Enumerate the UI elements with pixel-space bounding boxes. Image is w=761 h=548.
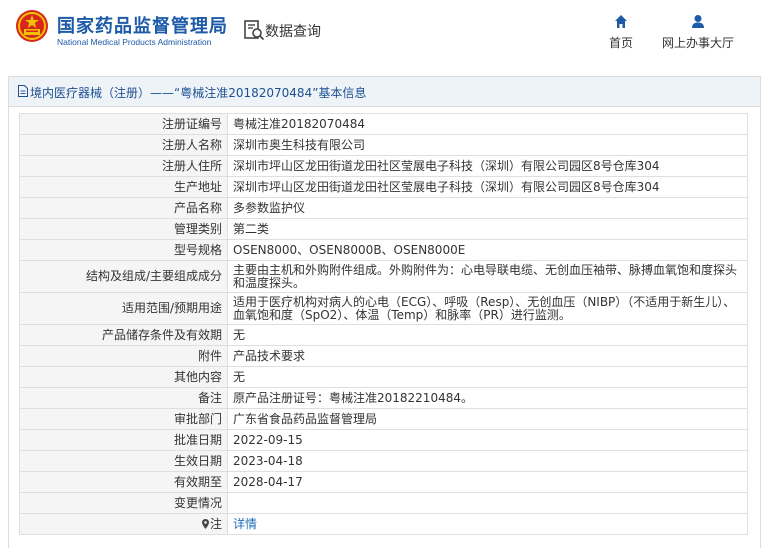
nav-home[interactable]: 首页 — [603, 14, 639, 54]
field-label: 产品储存条件及有效期 — [19, 324, 228, 346]
panel-header: 境内医疗器械（注册）——“粤械注准20182070484”基本信息 — [9, 77, 760, 107]
field-value — [227, 492, 748, 514]
note-label-cell: 注 — [19, 513, 228, 535]
person-icon — [692, 15, 704, 28]
field-value: 多参数监护仪 — [227, 197, 748, 219]
table-row: 适用范围/预期用途 适用于医疗机构对病人的心电（ECG）、呼吸（Resp）、无创血… — [19, 292, 748, 325]
field-value: 广东省食品药品监督管理局 — [227, 408, 748, 430]
field-label: 生产地址 — [19, 176, 228, 198]
table-row: 注册人名称 深圳市奥生科技有限公司 — [19, 134, 748, 156]
table-row: 有效期至 2028-04-17 — [19, 471, 748, 493]
field-value: 适用于医疗机构对病人的心电（ECG）、呼吸（Resp）、无创血压（NIBP）（不… — [227, 292, 748, 325]
field-value: 产品技术要求 — [227, 345, 748, 367]
field-label: 变更情况 — [19, 492, 228, 514]
field-label: 型号规格 — [19, 239, 228, 261]
field-value: 无 — [227, 366, 748, 388]
table-row: 管理类别 第二类 — [19, 218, 748, 240]
field-label: 其他内容 — [19, 366, 228, 388]
field-value: 2023-04-18 — [227, 450, 748, 472]
field-value: 深圳市坪山区龙田街道龙田社区莹展电子科技（深圳）有限公司园区8号仓库304 — [227, 155, 748, 177]
panel-title: 境内医疗器械（注册）——“粤械注准20182070484”基本信息 — [30, 86, 367, 100]
home-icon — [615, 15, 627, 28]
field-value: 主要由主机和外购附件组成。外购附件为：心电导联电缆、无创血压袖带、脉搏血氧饱和度… — [227, 260, 748, 293]
org-name-cn: 国家药品监督管理局 — [57, 16, 228, 37]
field-label: 注册证编号 — [19, 113, 228, 135]
table-row: 审批部门 广东省食品药品监督管理局 — [19, 408, 748, 430]
table-row: 注册证编号 粤械注准20182070484 — [19, 113, 748, 135]
table-row: 批准日期 2022-09-15 — [19, 429, 748, 451]
field-label: 结构及组成/主要组成成分 — [19, 260, 228, 293]
nav-online-service-hall[interactable]: 网上办事大厅 — [658, 14, 738, 54]
table-row: 备注 原产品注册证号：粤械注准20182210484。 — [19, 387, 748, 409]
field-value: 原产品注册证号：粤械注准20182210484。 — [227, 387, 748, 409]
org-name-en: National Medical Products Administration — [57, 37, 212, 47]
table-row: 产品名称 多参数监护仪 — [19, 197, 748, 219]
nav-home-label: 首页 — [608, 36, 633, 50]
table-row: 生产地址 深圳市坪山区龙田街道龙田社区莹展电子科技（深圳）有限公司园区8号仓库30… — [19, 176, 748, 198]
table-row: 其他内容无 — [19, 366, 748, 388]
data-query-link[interactable]: 数据查询 — [265, 21, 321, 41]
table-row: 附件 产品技术要求 — [19, 345, 748, 367]
field-label: 管理类别 — [19, 218, 228, 240]
field-value: 深圳市奥生科技有限公司 — [227, 134, 748, 156]
document-icon — [18, 85, 28, 97]
field-value: 深圳市坪山区龙田街道龙田社区莹展电子科技（深圳）有限公司园区8号仓库304 — [227, 176, 748, 198]
field-label: 注册人名称 — [19, 134, 228, 156]
search-document-icon[interactable] — [243, 19, 265, 41]
field-label: 生效日期 — [19, 450, 228, 472]
table-row: 注册人住所 深圳市坪山区龙田街道龙田社区莹展电子科技（深圳）有限公司园区8号仓库3… — [19, 155, 748, 177]
field-value: 详情 — [227, 513, 748, 535]
national-emblem-icon — [16, 10, 48, 42]
field-label: 适用范围/预期用途 — [19, 292, 228, 325]
field-label: 有效期至 — [19, 471, 228, 493]
table-row: 注 详情 — [19, 513, 748, 535]
info-table: 注册证编号 粤械注准20182070484 注册人名称 深圳市奥生科技有限公司 注册… — [19, 113, 748, 535]
field-value: 无 — [227, 324, 748, 346]
field-label: 产品名称 — [19, 197, 228, 219]
location-pin-icon — [201, 518, 209, 529]
field-value: 2022-09-15 — [227, 429, 748, 451]
nav-online-service-hall-label: 网上办事大厅 — [661, 36, 734, 50]
field-value: OSEN8000、OSEN8000B、OSEN8000E — [227, 239, 748, 261]
field-value: 2028-04-17 — [227, 471, 748, 493]
table-row: 型号规格 OSEN8000、OSEN8000B、OSEN8000E — [19, 239, 748, 261]
field-label: 注册人住所 — [19, 155, 228, 177]
field-label: 批准日期 — [19, 429, 228, 451]
table-row: 产品储存条件及有效期无 — [19, 324, 748, 346]
field-label: 附件 — [19, 345, 228, 367]
field-value: 第二类 — [227, 218, 748, 240]
table-row: 变更情况 — [19, 492, 748, 514]
field-value: 粤械注准20182070484 — [227, 113, 748, 135]
table-row: 结构及组成/主要组成成分 主要由主机和外购附件组成。外购附件为：心电导联电缆、无创… — [19, 260, 748, 293]
site-header: 国家药品监督管理局 National Medical Products Admi… — [0, 0, 761, 68]
basic-info-panel: 境内医疗器械（注册）——“粤械注准20182070484”基本信息 注册证编号粤… — [8, 76, 761, 548]
field-label: 备注 — [19, 387, 228, 409]
field-label: 审批部门 — [19, 408, 228, 430]
field-label: 注 — [209, 516, 222, 531]
detail-link[interactable]: 详情 — [233, 517, 257, 531]
table-row: 生效日期 2023-04-18 — [19, 450, 748, 472]
